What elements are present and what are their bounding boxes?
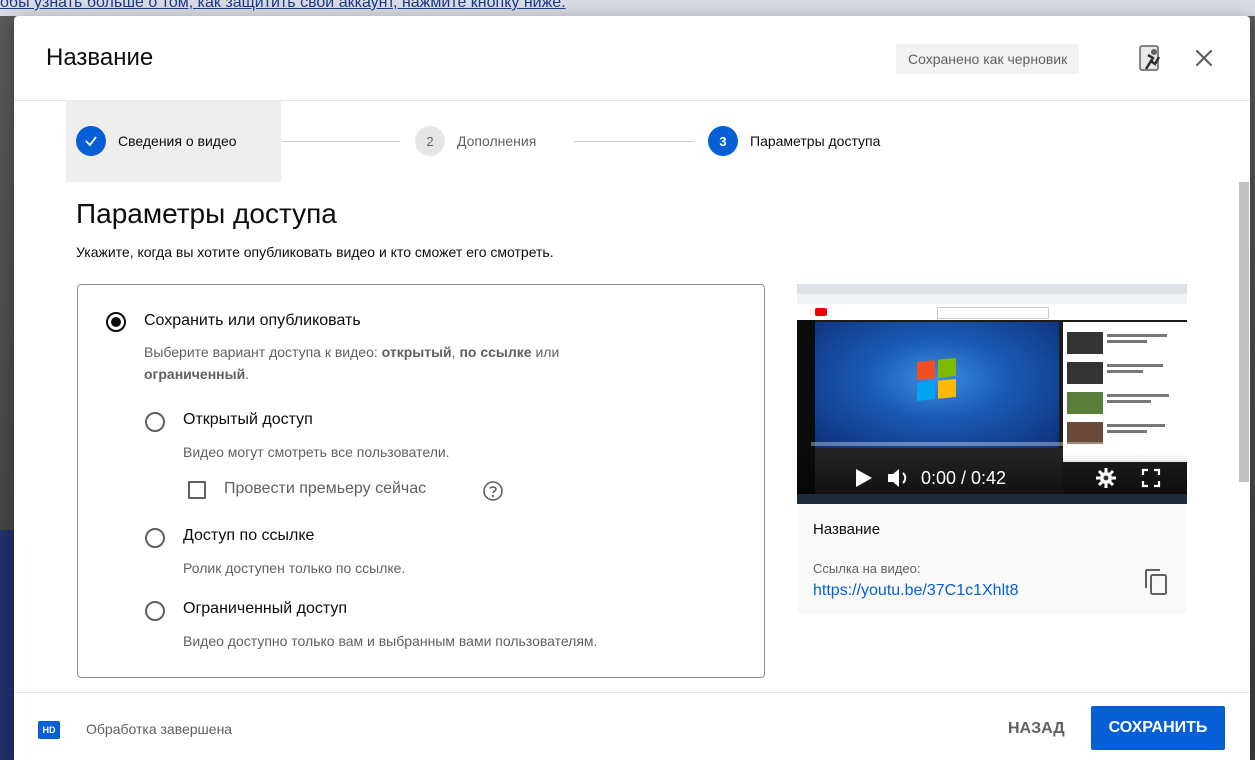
public-radio[interactable] bbox=[145, 412, 165, 432]
thumb-side-text bbox=[1107, 340, 1147, 343]
premiere-checkbox[interactable] bbox=[188, 481, 206, 499]
thumb-search bbox=[937, 307, 1049, 319]
thumb-side-text bbox=[1107, 430, 1147, 433]
desc-unlisted: по ссылке bbox=[459, 344, 532, 360]
windows-logo-icon bbox=[917, 357, 956, 401]
scrollbar-thumb[interactable] bbox=[1239, 182, 1249, 482]
public-title: Открытый доступ bbox=[183, 411, 313, 428]
dialog-title: Название bbox=[46, 44, 154, 71]
thumb-side-video bbox=[1067, 362, 1103, 384]
unlisted-title: Доступ по ссылке bbox=[183, 527, 315, 544]
help-icon[interactable] bbox=[482, 480, 504, 502]
thumb-side-video bbox=[1067, 392, 1103, 414]
step-details-label: Сведения о видео bbox=[118, 133, 237, 149]
fullscreen-icon[interactable] bbox=[1141, 468, 1161, 488]
thumb-side-video bbox=[1067, 332, 1103, 354]
desc-public: открытый bbox=[381, 344, 452, 360]
upload-dialog: Название Сохранено как черновик Сведения… bbox=[14, 16, 1250, 760]
play-icon[interactable] bbox=[851, 466, 875, 490]
visibility-options-panel: Сохранить или опубликовать Выберите вари… bbox=[77, 284, 765, 678]
settings-gear-icon[interactable] bbox=[1095, 467, 1117, 489]
step-visibility[interactable]: 3 Параметры доступа bbox=[708, 125, 880, 157]
copy-icon[interactable] bbox=[1143, 566, 1169, 596]
unlisted-description: Ролик доступен только по ссылке. bbox=[183, 560, 406, 576]
thumb-side-text bbox=[1107, 334, 1167, 337]
thumb-side-text bbox=[1107, 364, 1163, 367]
thumb-taskbar bbox=[797, 494, 1187, 504]
private-radio[interactable] bbox=[145, 601, 165, 621]
upload-stepper: Сведения о видео 2 Дополнения 3 Параметр… bbox=[14, 100, 1250, 182]
thumb-video-frame bbox=[815, 322, 1059, 448]
unlisted-radio[interactable] bbox=[145, 528, 165, 548]
hd-icon: HD bbox=[38, 721, 60, 739]
video-player[interactable]: 0:00 / 0:42 bbox=[797, 284, 1187, 504]
section-subtitle: Укажите, когда вы хотите опубликовать ви… bbox=[76, 244, 554, 260]
thumb-side-video bbox=[1067, 422, 1103, 444]
background-notice: обы узнать больше о том, как защитить св… bbox=[0, 0, 1255, 16]
video-link[interactable]: https://youtu.be/37C1c1Xhlt8 bbox=[813, 582, 1018, 600]
video-progress-bar[interactable] bbox=[811, 442, 1173, 446]
video-time: 0:00 / 0:42 bbox=[921, 468, 1007, 488]
step-details[interactable]: Сведения о видео bbox=[76, 125, 237, 157]
desc-end: . bbox=[245, 366, 250, 382]
dialog-footer: HD Обработка завершена НАЗАД СОХРАНИТЬ bbox=[14, 692, 1250, 760]
background-panel bbox=[0, 530, 14, 760]
step-extras-number: 2 bbox=[415, 126, 445, 156]
desc-or: или bbox=[531, 344, 560, 360]
private-description: Видео доступно только вам и выбранным ва… bbox=[183, 633, 598, 649]
step-visibility-number: 3 bbox=[708, 126, 738, 156]
check-icon bbox=[76, 126, 106, 156]
back-button[interactable]: НАЗАД bbox=[994, 709, 1079, 749]
step-extras-label: Дополнения bbox=[457, 133, 537, 149]
thumb-side-text bbox=[1107, 424, 1165, 427]
desc-private: ограниченный bbox=[144, 366, 246, 382]
thumb-browser-tabs bbox=[797, 284, 1187, 294]
thumb-side-text bbox=[1107, 370, 1143, 373]
private-title: Ограниченный доступ bbox=[183, 600, 348, 617]
save-publish-radio[interactable] bbox=[106, 312, 126, 332]
step-connector bbox=[282, 141, 400, 142]
save-publish-title: Сохранить или опубликовать bbox=[144, 312, 361, 329]
thumb-side-text bbox=[1107, 394, 1169, 397]
dialog-header: Название Сохранено как черновик bbox=[14, 16, 1250, 101]
public-description: Видео могут смотреть все пользователи. bbox=[183, 444, 450, 460]
step-visibility-label: Параметры доступа bbox=[750, 133, 881, 149]
save-button[interactable]: СОХРАНИТЬ bbox=[1091, 706, 1225, 750]
feedback-icon[interactable] bbox=[1136, 43, 1166, 73]
section-heading: Параметры доступа bbox=[76, 198, 337, 229]
thumb-side-text bbox=[1107, 400, 1151, 403]
background-notice-text: обы узнать больше о том, как защитить св… bbox=[0, 0, 566, 11]
step-extras[interactable]: 2 Дополнения bbox=[415, 125, 536, 157]
draft-status-badge: Сохранено как черновик bbox=[896, 44, 1080, 74]
processing-status: Обработка завершена bbox=[86, 721, 233, 737]
video-link-label: Ссылка на видео: bbox=[813, 561, 921, 576]
video-preview-card: 0:00 / 0:42 Название Ссылка на видео: ht… bbox=[797, 284, 1187, 614]
thumb-url-bar bbox=[797, 294, 1187, 304]
preview-video-title: Название bbox=[813, 521, 881, 538]
step-connector bbox=[574, 141, 694, 142]
thumb-sidebar bbox=[1063, 322, 1187, 462]
volume-icon[interactable] bbox=[885, 466, 913, 490]
desc-prefix: Выберите вариант доступа к видео: bbox=[144, 344, 382, 360]
save-publish-description: Выберите вариант доступа к видео: открыт… bbox=[144, 341, 664, 385]
close-icon[interactable] bbox=[1190, 44, 1218, 72]
thumb-logo bbox=[815, 308, 827, 316]
premiere-label: Провести премьеру сейчас bbox=[224, 480, 427, 497]
